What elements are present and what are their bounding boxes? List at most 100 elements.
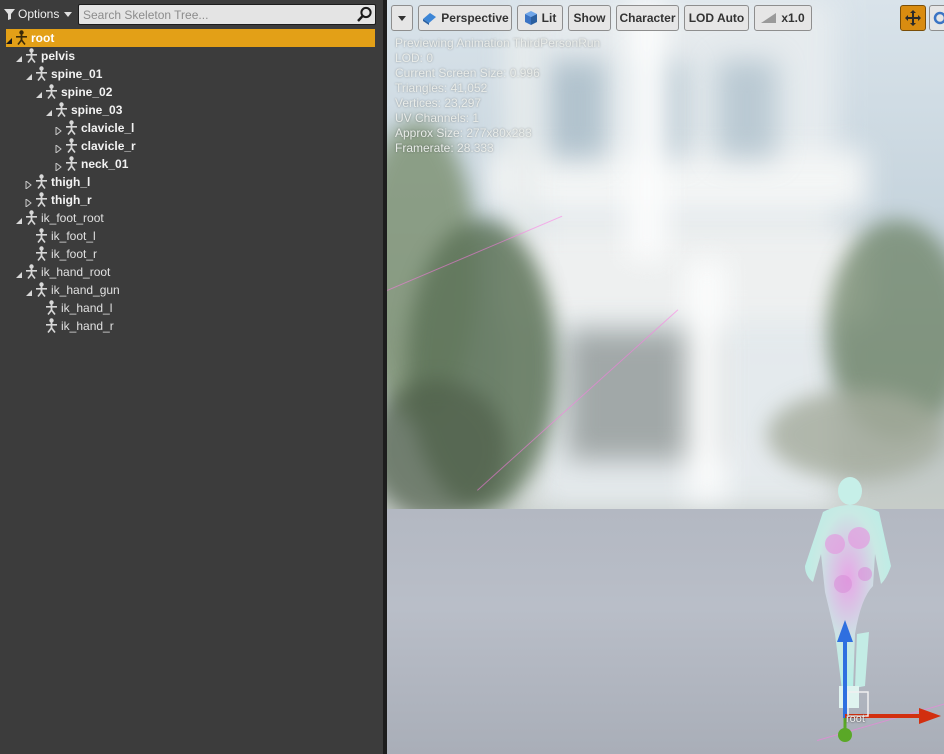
bone-icon bbox=[45, 84, 58, 99]
bone-row-ik-foot-l[interactable]: ik_foot_l bbox=[0, 227, 383, 245]
lod-auto-button[interactable]: LOD Auto bbox=[684, 5, 749, 31]
stat-line: Vertices: 23,297 bbox=[395, 96, 482, 110]
bone-label: root bbox=[31, 31, 55, 45]
bone-row-clavicle-l[interactable]: clavicle_l bbox=[0, 119, 383, 137]
bone-row-spine-02[interactable]: spine_02 bbox=[0, 83, 383, 101]
bone-icon bbox=[55, 102, 68, 117]
search-icon[interactable] bbox=[356, 6, 373, 23]
bone-label: thigh_l bbox=[51, 175, 91, 189]
bone-row-neck-01[interactable]: neck_01 bbox=[0, 155, 383, 173]
expanded-triangle-icon[interactable] bbox=[25, 286, 33, 296]
collapsed-triangle-icon[interactable] bbox=[25, 178, 33, 191]
bone-icon bbox=[65, 156, 78, 171]
bone-icon bbox=[15, 30, 28, 45]
perspective-icon bbox=[423, 13, 437, 25]
expanded-triangle-icon[interactable] bbox=[45, 106, 53, 116]
bone-label: spine_02 bbox=[61, 85, 113, 99]
show-button[interactable]: Show bbox=[568, 5, 611, 31]
lod-label: LOD Auto bbox=[688, 11, 745, 25]
bone-icon bbox=[35, 174, 48, 189]
bone-row-thigh-r[interactable]: thigh_r bbox=[0, 191, 383, 209]
stat-line: UV Channels: 1 bbox=[395, 111, 480, 125]
lit-label: Lit bbox=[541, 11, 557, 25]
character-button[interactable]: Character bbox=[616, 5, 679, 31]
bone-icon bbox=[45, 318, 58, 333]
chevron-down-icon bbox=[398, 15, 406, 21]
bone-row-pelvis[interactable]: pelvis bbox=[0, 47, 383, 65]
skeleton-tree-toolbar: Options bbox=[0, 0, 383, 28]
root-bone-label: root bbox=[846, 713, 865, 725]
speed-label: x1.0 bbox=[781, 11, 805, 25]
expanded-triangle-icon[interactable] bbox=[35, 88, 43, 98]
bone-row-ik-foot-r[interactable]: ik_foot_r bbox=[0, 245, 383, 263]
expanded-triangle-icon[interactable] bbox=[5, 34, 13, 44]
skeleton-tree-panel: Options root pelvis spine_01 spine_02 spine_… bbox=[0, 0, 383, 754]
bone-icon bbox=[35, 246, 48, 261]
preview-viewport[interactable]: root Previewing Animation ThirdPersonRun… bbox=[387, 0, 944, 754]
expanded-triangle-icon[interactable] bbox=[15, 268, 23, 278]
bone-icon bbox=[25, 210, 38, 225]
rotate-icon bbox=[933, 11, 944, 25]
bone-label: ik_hand_r bbox=[61, 319, 114, 333]
translate-mode-button[interactable] bbox=[900, 5, 926, 31]
expanded-triangle-icon[interactable] bbox=[15, 52, 23, 62]
z-axis-handle bbox=[838, 728, 852, 742]
speed-icon bbox=[761, 13, 777, 23]
stat-line: Framerate: 28.333 bbox=[395, 141, 494, 155]
expanded-triangle-icon[interactable] bbox=[25, 70, 33, 80]
search-skeleton-tree-input[interactable] bbox=[81, 5, 351, 24]
bone-row-spine-03[interactable]: spine_03 bbox=[0, 101, 383, 119]
lit-cube-icon bbox=[524, 11, 537, 25]
options-button[interactable]: Options bbox=[4, 4, 76, 24]
bone-label: ik_hand_root bbox=[41, 265, 111, 279]
y-axis-arrow bbox=[837, 620, 853, 642]
bone-icon bbox=[45, 300, 58, 315]
bone-icon bbox=[65, 138, 78, 153]
bone-label: neck_01 bbox=[81, 157, 129, 171]
perspective-button[interactable]: Perspective bbox=[418, 5, 512, 31]
bone-row-spine-01[interactable]: spine_01 bbox=[0, 65, 383, 83]
bone-icon bbox=[35, 282, 48, 297]
filter-icon bbox=[4, 8, 15, 20]
bone-row-thigh-l[interactable]: thigh_l bbox=[0, 173, 383, 191]
bone-icon bbox=[25, 264, 38, 279]
stat-line: LOD: 0 bbox=[395, 51, 434, 65]
x-axis-arrow bbox=[919, 708, 941, 724]
bone-label: ik_hand_l bbox=[61, 301, 113, 315]
bone-row-root[interactable]: root bbox=[6, 29, 375, 47]
transform-gizmo[interactable] bbox=[827, 620, 944, 750]
lit-button[interactable]: Lit bbox=[517, 5, 563, 31]
bone-label: clavicle_l bbox=[81, 121, 135, 135]
bone-label: ik_foot_root bbox=[41, 211, 104, 225]
bone-icon bbox=[35, 228, 48, 243]
rotate-mode-button[interactable] bbox=[929, 5, 944, 31]
bone-row-ik-hand-root[interactable]: ik_hand_root bbox=[0, 263, 383, 281]
viewport-stats: Previewing Animation ThirdPersonRun LOD: … bbox=[395, 36, 600, 156]
bone-row-ik-foot-root[interactable]: ik_foot_root bbox=[0, 209, 383, 227]
move-arrows-icon bbox=[905, 10, 921, 26]
bone-row-ik-hand-l[interactable]: ik_hand_l bbox=[0, 299, 383, 317]
stat-line: Current Screen Size: 0.996 bbox=[395, 66, 540, 80]
collapsed-triangle-icon[interactable] bbox=[55, 160, 63, 173]
bone-row-clavicle-r[interactable]: clavicle_r bbox=[0, 137, 383, 155]
bone-label: spine_03 bbox=[71, 103, 123, 117]
skeleton-tree: root pelvis spine_01 spine_02 spine_03clavic… bbox=[0, 29, 383, 335]
expanded-triangle-icon[interactable] bbox=[15, 214, 23, 224]
bone-row-ik-hand-r[interactable]: ik_hand_r bbox=[0, 317, 383, 335]
options-label: Options bbox=[18, 7, 60, 21]
collapsed-triangle-icon[interactable] bbox=[55, 124, 63, 137]
bone-label: ik_hand_gun bbox=[51, 283, 120, 297]
bone-row-ik-hand-gun[interactable]: ik_hand_gun bbox=[0, 281, 383, 299]
bone-icon bbox=[65, 120, 78, 135]
playback-speed-button[interactable]: x1.0 bbox=[754, 5, 812, 31]
bone-icon bbox=[35, 66, 48, 81]
perspective-label: Perspective bbox=[441, 11, 509, 25]
bone-label: ik_foot_r bbox=[51, 247, 98, 261]
character-label: Character bbox=[619, 11, 676, 25]
collapsed-triangle-icon[interactable] bbox=[25, 196, 33, 209]
bone-label: clavicle_r bbox=[81, 139, 136, 153]
stat-line: Previewing Animation ThirdPersonRun bbox=[395, 36, 601, 50]
bone-label: spine_01 bbox=[51, 67, 103, 81]
viewport-options-button[interactable] bbox=[391, 5, 413, 31]
collapsed-triangle-icon[interactable] bbox=[55, 142, 63, 155]
